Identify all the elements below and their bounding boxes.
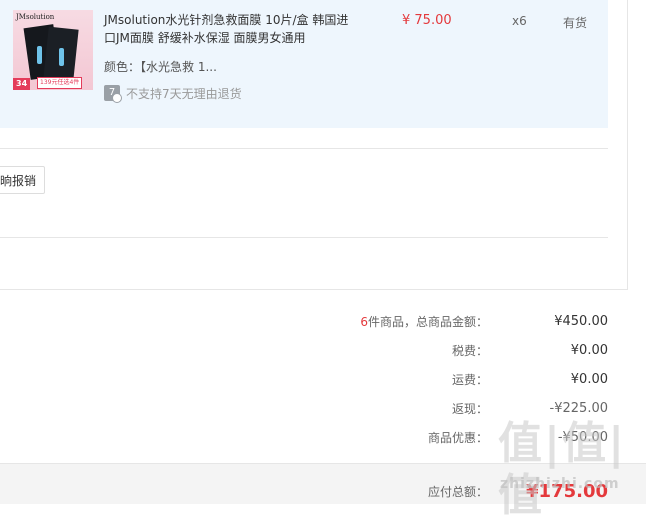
summary-shipping-row: 运费： ¥0.00 [288,370,608,388]
product-title-link[interactable]: JMsolution水光针剂急救面膜 10片/盒 韩国进口JM面膜 舒缓补水保湿… [104,11,354,47]
content-box-border [627,0,628,290]
discount-value: -¥50.00 [557,429,608,445]
order-item-panel: JMsolution 34 139元任选4件 JMsolution水光针剂急救面… [0,0,608,128]
thumbnail-price-badge: 34 [13,78,31,90]
items-total-value: ¥450.00 [554,313,608,329]
unit-price: ¥ 75.00 [402,13,452,28]
summary-items-total-row: 6件商品，总商品金额： ¥450.00 [288,312,608,330]
shipping-value: ¥0.00 [570,371,608,387]
summary-rebate-row: 返现： -¥225.00 [288,399,608,417]
return-policy-row: 7 不支持7天无理由退货 [104,84,242,103]
divider [0,237,608,238]
rebate-label: 返现： [451,401,488,416]
divider [0,289,628,290]
summary-payable-row: 应付总额： ¥175.00 [288,480,608,502]
product-color-variant: 颜色：【水光急救 1... [104,60,217,74]
stock-status: 有货 [563,16,588,30]
items-count: 6 [360,314,368,329]
items-total-label: 件商品，总商品金额： [367,314,488,329]
rebate-value: -¥225.00 [549,400,608,416]
return-policy-text: 不支持7天无理由退货 [126,86,242,101]
summary-items-label: 6件商品，总商品金额： [288,313,488,330]
serum-vial-image [59,48,64,66]
no-return-icon: 7 [104,85,122,103]
tax-value: ¥0.00 [570,342,608,358]
discount-label: 商品优惠： [427,430,488,445]
serum-vial-image [37,46,42,64]
thumbnail-promo-badge: 139元任选4件 [37,77,83,89]
divider [0,148,608,149]
summary-discount-row: 商品优惠： -¥50.00 [288,428,608,446]
summary-tax-row: 税费： ¥0.00 [288,341,608,359]
tax-label: 税费： [451,343,488,358]
product-thumbnail[interactable]: JMsolution 34 139元任选4件 [13,10,93,90]
thumbnail-brand-text: JMsolution [16,13,55,21]
payable-label: 应付总额： [427,484,488,499]
payable-value: ¥175.00 [526,480,608,502]
reimburse-button[interactable]: 晌报销 [0,166,45,194]
item-quantity: x6 [512,14,527,28]
shipping-label: 运费： [451,372,488,387]
